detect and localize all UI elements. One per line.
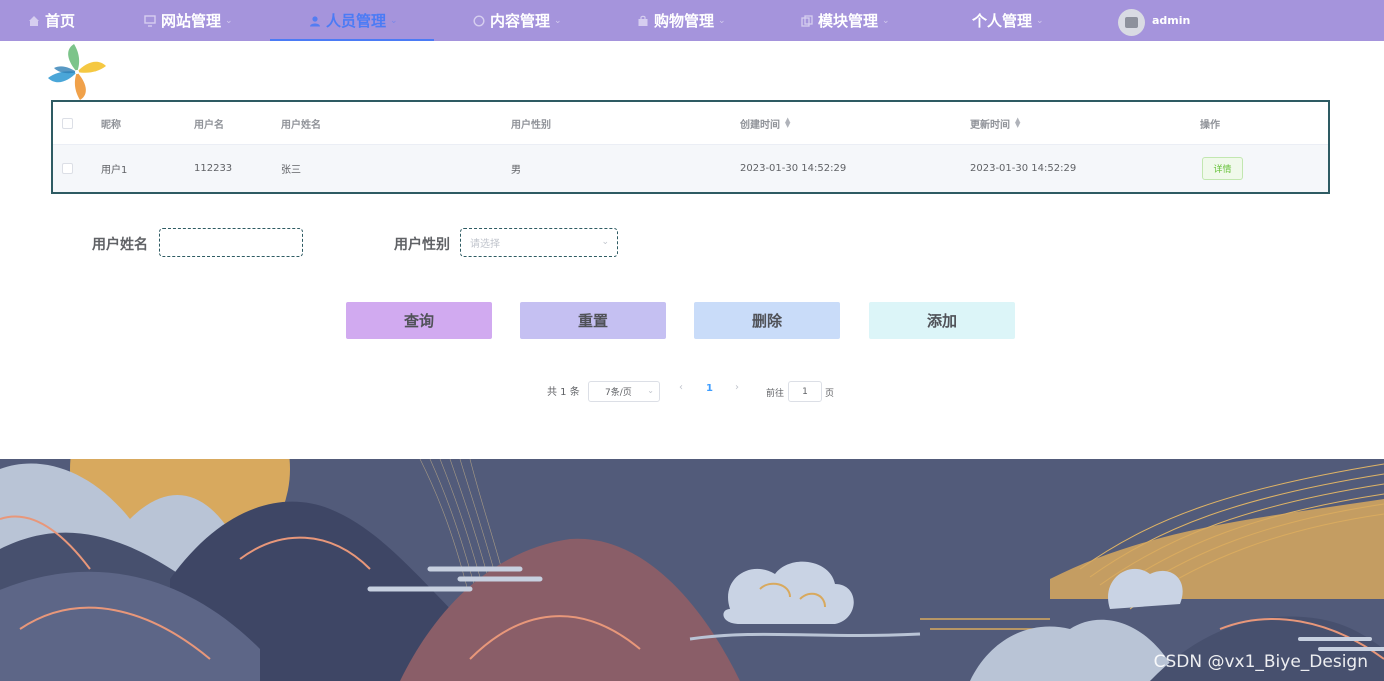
user-table: 昵称 用户名 用户姓名 用户性别 创建时间 ▲ ▼ 更新时间 ▲ ▼ 操作 用户1 … [51, 100, 1330, 194]
column-header-label: 更新时间 [970, 119, 1010, 131]
chevron-down-icon: ⌄ [390, 15, 398, 26]
page-number-current[interactable]: 1 [706, 383, 713, 394]
nav-item-personnel[interactable]: 人员管理 ⌄ [309, 0, 398, 41]
nav-item-label: 首页 [45, 12, 76, 30]
chevron-down-icon: ⌄ [1036, 15, 1044, 26]
cell-created: 2023-01-30 14:52:29 [740, 163, 847, 174]
delete-button[interactable]: 删除 [694, 302, 840, 339]
gender-select-placeholder: 请选择 [470, 239, 500, 250]
next-page-icon[interactable]: › [735, 382, 739, 393]
column-header-username: 用户名 [194, 119, 224, 131]
column-header-nickname: 昵称 [101, 119, 121, 131]
query-button[interactable]: 查询 [346, 302, 492, 339]
cell-realname: 张三 [281, 165, 301, 176]
pagination-total: 共 1 条 [547, 387, 580, 398]
chevron-down-icon: ⌄ [554, 15, 562, 26]
page-size-value: 7条/页 [605, 388, 632, 398]
cell-username: 112233 [194, 163, 233, 174]
column-header-action: 操作 [1200, 119, 1220, 131]
page-size-select[interactable]: 7条/页 ⌄ [588, 381, 660, 402]
search-label-gender: 用户性别 [394, 237, 450, 253]
chat-icon [473, 14, 485, 27]
chevron-down-icon: ⌄ [225, 15, 233, 26]
nav-item-label: 个人管理 [972, 12, 1033, 30]
cell-action: 详情 [1202, 145, 1243, 192]
nav-item-label: 网站管理 [161, 12, 222, 30]
nav-item-website[interactable]: 网站管理 ⌄ [144, 0, 233, 41]
name-search-input[interactable] [159, 228, 303, 257]
nav-item-personal[interactable]: 个人管理 ⌄ [972, 0, 1044, 41]
nav-item-shopping[interactable]: 购物管理 ⌄ [637, 0, 726, 41]
copy-icon [801, 14, 813, 27]
sort-icon[interactable]: ▲ ▼ [785, 117, 790, 129]
column-header-updated[interactable]: 更新时间 ▲ ▼ [970, 102, 1020, 144]
chevron-down-icon: ⌄ [718, 15, 726, 26]
nav-item-label: 购物管理 [654, 12, 715, 30]
nav-item-label: 模块管理 [818, 12, 879, 30]
user-icon [310, 15, 320, 26]
home-icon [29, 15, 39, 26]
nav-item-label: 内容管理 [490, 12, 551, 30]
active-tab-indicator [270, 39, 434, 41]
column-header-created[interactable]: 创建时间 ▲ ▼ [740, 102, 790, 144]
csdn-watermark: CSDN @vx1_Biye_Design [1153, 652, 1368, 672]
column-header-realname: 用户姓名 [281, 119, 321, 131]
gender-select[interactable]: 请选择 ⌄ [460, 228, 618, 257]
select-all-checkbox[interactable] [62, 102, 73, 144]
goto-page-input[interactable]: 1 [788, 381, 822, 402]
prev-page-icon[interactable]: ‹ [679, 382, 683, 393]
avatar[interactable] [1118, 9, 1145, 36]
row-checkbox[interactable] [62, 145, 73, 192]
bag-icon [638, 15, 648, 26]
table-row[interactable]: 用户1 112233 张三 男 2023-01-30 14:52:29 2023… [53, 145, 1328, 192]
sort-icon[interactable]: ▲ ▼ [1015, 117, 1020, 129]
landscape-illustration [0, 459, 1384, 681]
nav-item-label: 人员管理 [326, 12, 387, 30]
table-header: 昵称 用户名 用户姓名 用户性别 创建时间 ▲ ▼ 更新时间 ▲ ▼ 操作 [53, 102, 1328, 145]
add-button[interactable]: 添加 [869, 302, 1015, 339]
username-label[interactable]: admin [1152, 14, 1190, 27]
nav-item-content[interactable]: 内容管理 ⌄ [473, 0, 562, 41]
cell-gender: 男 [511, 165, 521, 176]
top-navbar: 首页 网站管理 ⌄ 人员管理 ⌄ 内容管理 ⌄ 购物管理 ⌄ 模块管理 ⌄ 个人… [0, 0, 1384, 41]
decorative-landscape-banner: CSDN @vx1_Biye_Design [0, 459, 1384, 681]
nav-item-module[interactable]: 模块管理 ⌄ [801, 0, 890, 41]
monitor-icon [144, 14, 156, 27]
chevron-down-icon: ⌄ [601, 237, 609, 247]
detail-button[interactable]: 详情 [1202, 157, 1243, 180]
chevron-down-icon: ⌄ [882, 15, 890, 26]
goto-suffix: 页 [825, 389, 835, 399]
chevron-down-icon: ⌄ [647, 386, 654, 395]
pinwheel-logo [48, 44, 106, 100]
nav-item-home[interactable]: 首页 [28, 0, 75, 41]
cell-nickname: 用户1 [101, 165, 128, 176]
reset-button[interactable]: 重置 [520, 302, 666, 339]
column-header-label: 创建时间 [740, 119, 780, 131]
image-icon [1125, 17, 1138, 28]
column-header-gender: 用户性别 [511, 119, 551, 131]
goto-prefix: 前往 [766, 389, 785, 399]
cell-updated: 2023-01-30 14:52:29 [970, 163, 1077, 174]
search-label-name: 用户姓名 [92, 237, 148, 253]
